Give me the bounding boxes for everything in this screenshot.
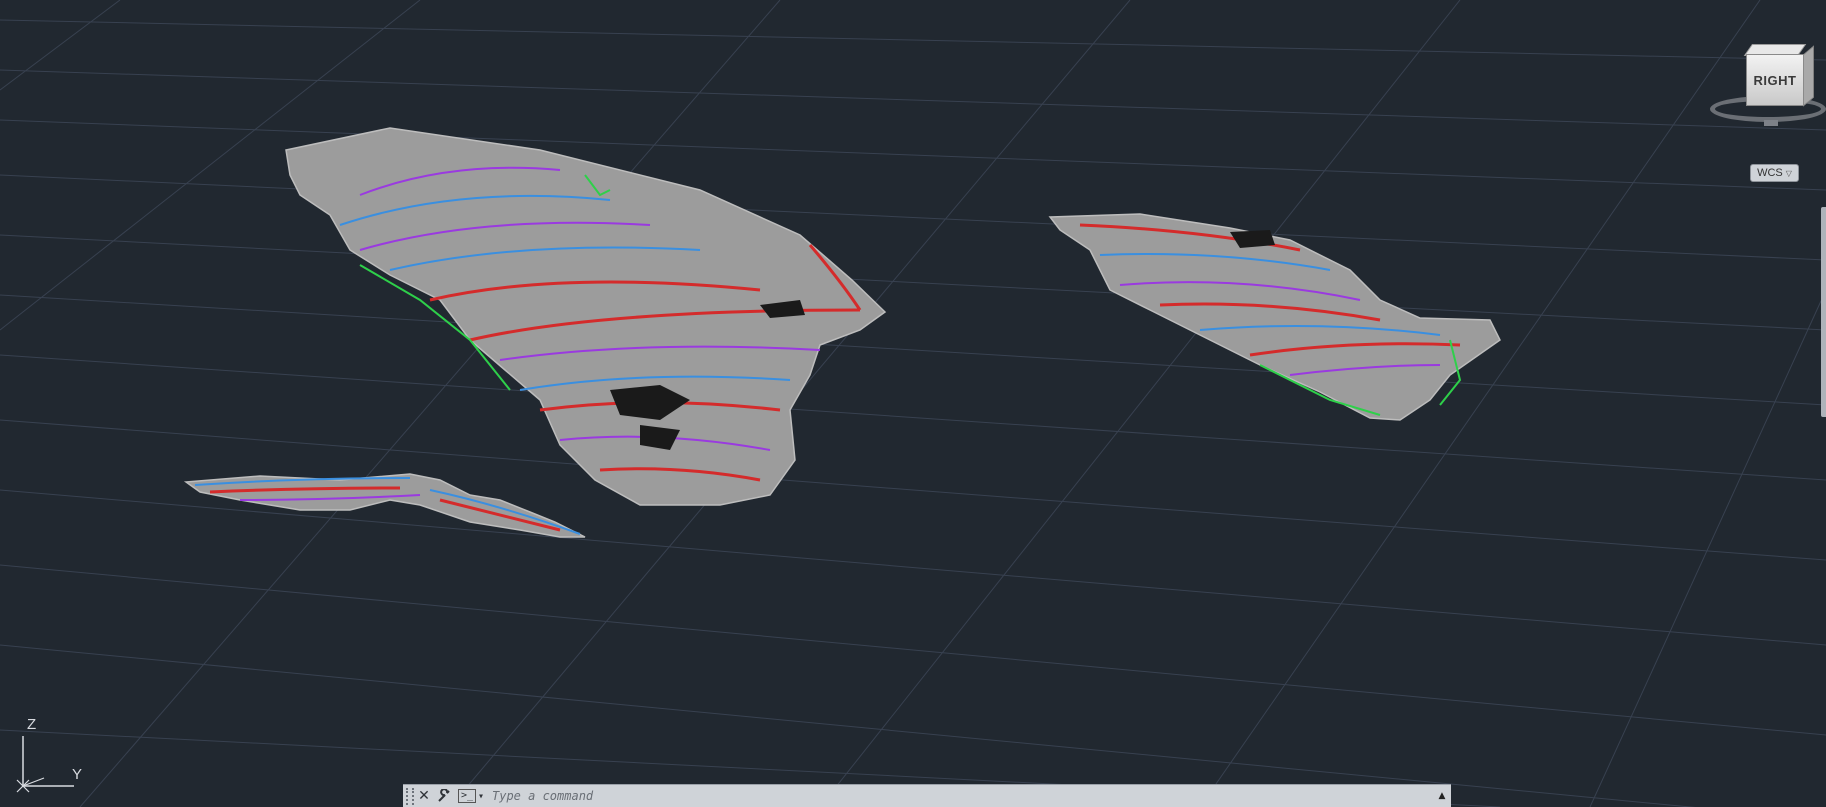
wrench-icon[interactable] (434, 786, 454, 806)
model-viewport[interactable] (0, 0, 1826, 807)
ucs-icon: Z Y (14, 716, 104, 796)
close-icon[interactable]: ✕ (414, 786, 434, 806)
chevron-down-icon: ▾ (478, 790, 485, 802)
ucs-y-label: Y (72, 766, 83, 783)
drawing-canvas[interactable] (0, 0, 1826, 807)
navigation-bar-handle[interactable] (1821, 207, 1826, 417)
compass-marker (1764, 120, 1778, 126)
terrain-surface-east[interactable] (1048, 213, 1501, 421)
viewcube[interactable]: RIGHT (1700, 40, 1826, 140)
wcs-label: WCS (1757, 167, 1783, 179)
command-input[interactable] (486, 785, 1433, 807)
chevron-down-icon: ▽ (1785, 168, 1792, 178)
viewcube-face-right[interactable]: RIGHT (1746, 54, 1804, 106)
command-history-icon[interactable]: ▲ (1433, 791, 1451, 801)
command-line[interactable]: ✕ >_ ▾ ▲ (403, 784, 1451, 807)
viewcube-side-face[interactable] (1803, 45, 1814, 107)
grid (0, 0, 1826, 807)
command-prompt-icon[interactable]: >_ ▾ (458, 787, 486, 805)
wcs-menu-button[interactable]: WCS ▽ (1750, 164, 1799, 182)
ucs-z-label: Z (27, 716, 37, 733)
viewcube-face-label: RIGHT (1753, 72, 1797, 88)
terrain-surface-strip[interactable] (183, 473, 586, 538)
grip-handle[interactable] (406, 787, 414, 805)
